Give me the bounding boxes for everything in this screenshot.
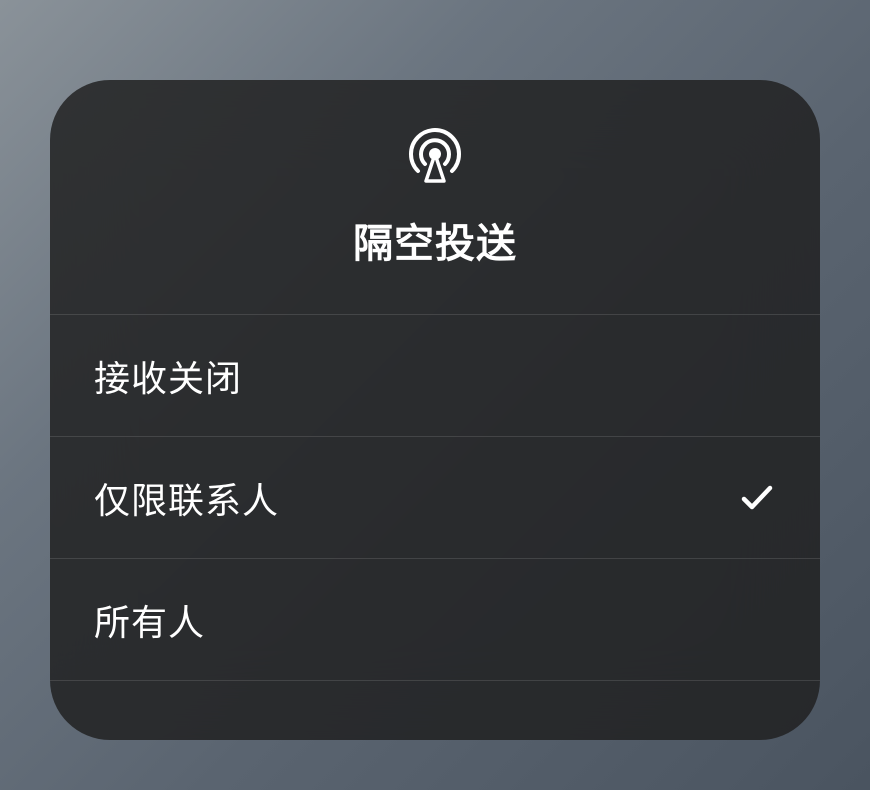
checkmark-icon [738,479,776,517]
option-label: 仅限联系人 [94,472,279,524]
option-contacts-only[interactable]: 仅限联系人 [50,437,820,559]
option-receiving-off[interactable]: 接收关闭 [50,315,820,437]
airdrop-icon [406,125,464,183]
option-label: 接收关闭 [94,350,242,402]
panel-title: 隔空投送 [353,211,517,269]
airdrop-settings-panel: 隔空投送 接收关闭 仅限联系人 所有人 [50,80,820,740]
option-label: 所有人 [94,594,205,646]
option-everyone[interactable]: 所有人 [50,559,820,681]
panel-header: 隔空投送 [50,80,820,315]
